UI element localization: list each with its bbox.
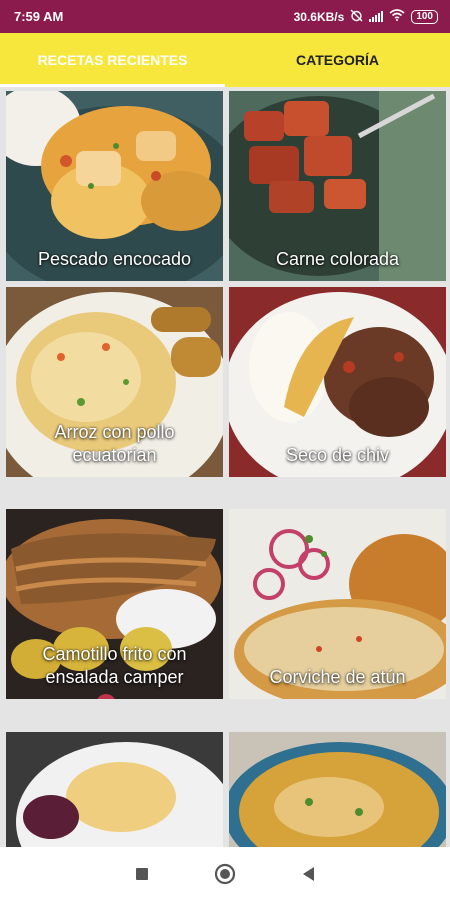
signal-icon (369, 11, 384, 22)
recipe-card-corviche-de-atun[interactable]: Corviche de atún (229, 509, 446, 699)
status-icons: 30.6KB/s 100 (294, 9, 438, 25)
tab-bar: RECETAS RECIENTES CATEGORÍA (0, 33, 450, 87)
wifi-icon (389, 9, 405, 24)
recipe-title: Carne colorada (275, 249, 400, 269)
recents-square-icon[interactable] (127, 859, 157, 889)
recipe-card-8[interactable] (229, 732, 446, 847)
recipe-title: Camotillo frito con ensalada camper (42, 644, 187, 687)
network-speed: 30.6KB/s (293, 9, 345, 24)
recipe-title: Seco de chiv (285, 445, 390, 465)
recipe-card-carne-colorada[interactable]: Carne colorada (229, 91, 446, 281)
navigation-bar (0, 847, 450, 900)
recipe-card-7[interactable] (6, 732, 223, 847)
recipe-grid: Pescado encocado Carne colorada Arroz co… (0, 87, 450, 847)
home-circle-icon[interactable] (210, 859, 240, 889)
recipe-card-arroz-con-pollo[interactable]: Arroz con pollo ecuatorian (6, 287, 223, 477)
tab-categoria[interactable]: CATEGORÍA (225, 33, 450, 87)
recipe-card-seco-de-chiv[interactable]: Seco de chiv (229, 287, 446, 477)
back-triangle-icon[interactable] (293, 859, 323, 889)
recipe-photo (229, 732, 446, 847)
recipe-card-pescado-encocado[interactable]: Pescado encocado (6, 91, 223, 281)
alarm-off-icon (350, 9, 363, 25)
recipe-title: Arroz con pollo ecuatorian (54, 422, 175, 465)
tab-recetas-recientes[interactable]: RECETAS RECIENTES (0, 33, 225, 87)
status-time: 7:59 AM (14, 9, 64, 24)
battery-icon: 100 (411, 9, 438, 24)
recipe-photo (6, 732, 223, 847)
recipe-title: Pescado encocado (37, 249, 192, 269)
status-bar: 7:59 AM 30.6KB/s 100 (0, 0, 450, 33)
recipe-title: Corviche de atún (269, 667, 406, 687)
recipe-card-camotillo-frito[interactable]: Camotillo frito con ensalada camper (6, 509, 223, 699)
